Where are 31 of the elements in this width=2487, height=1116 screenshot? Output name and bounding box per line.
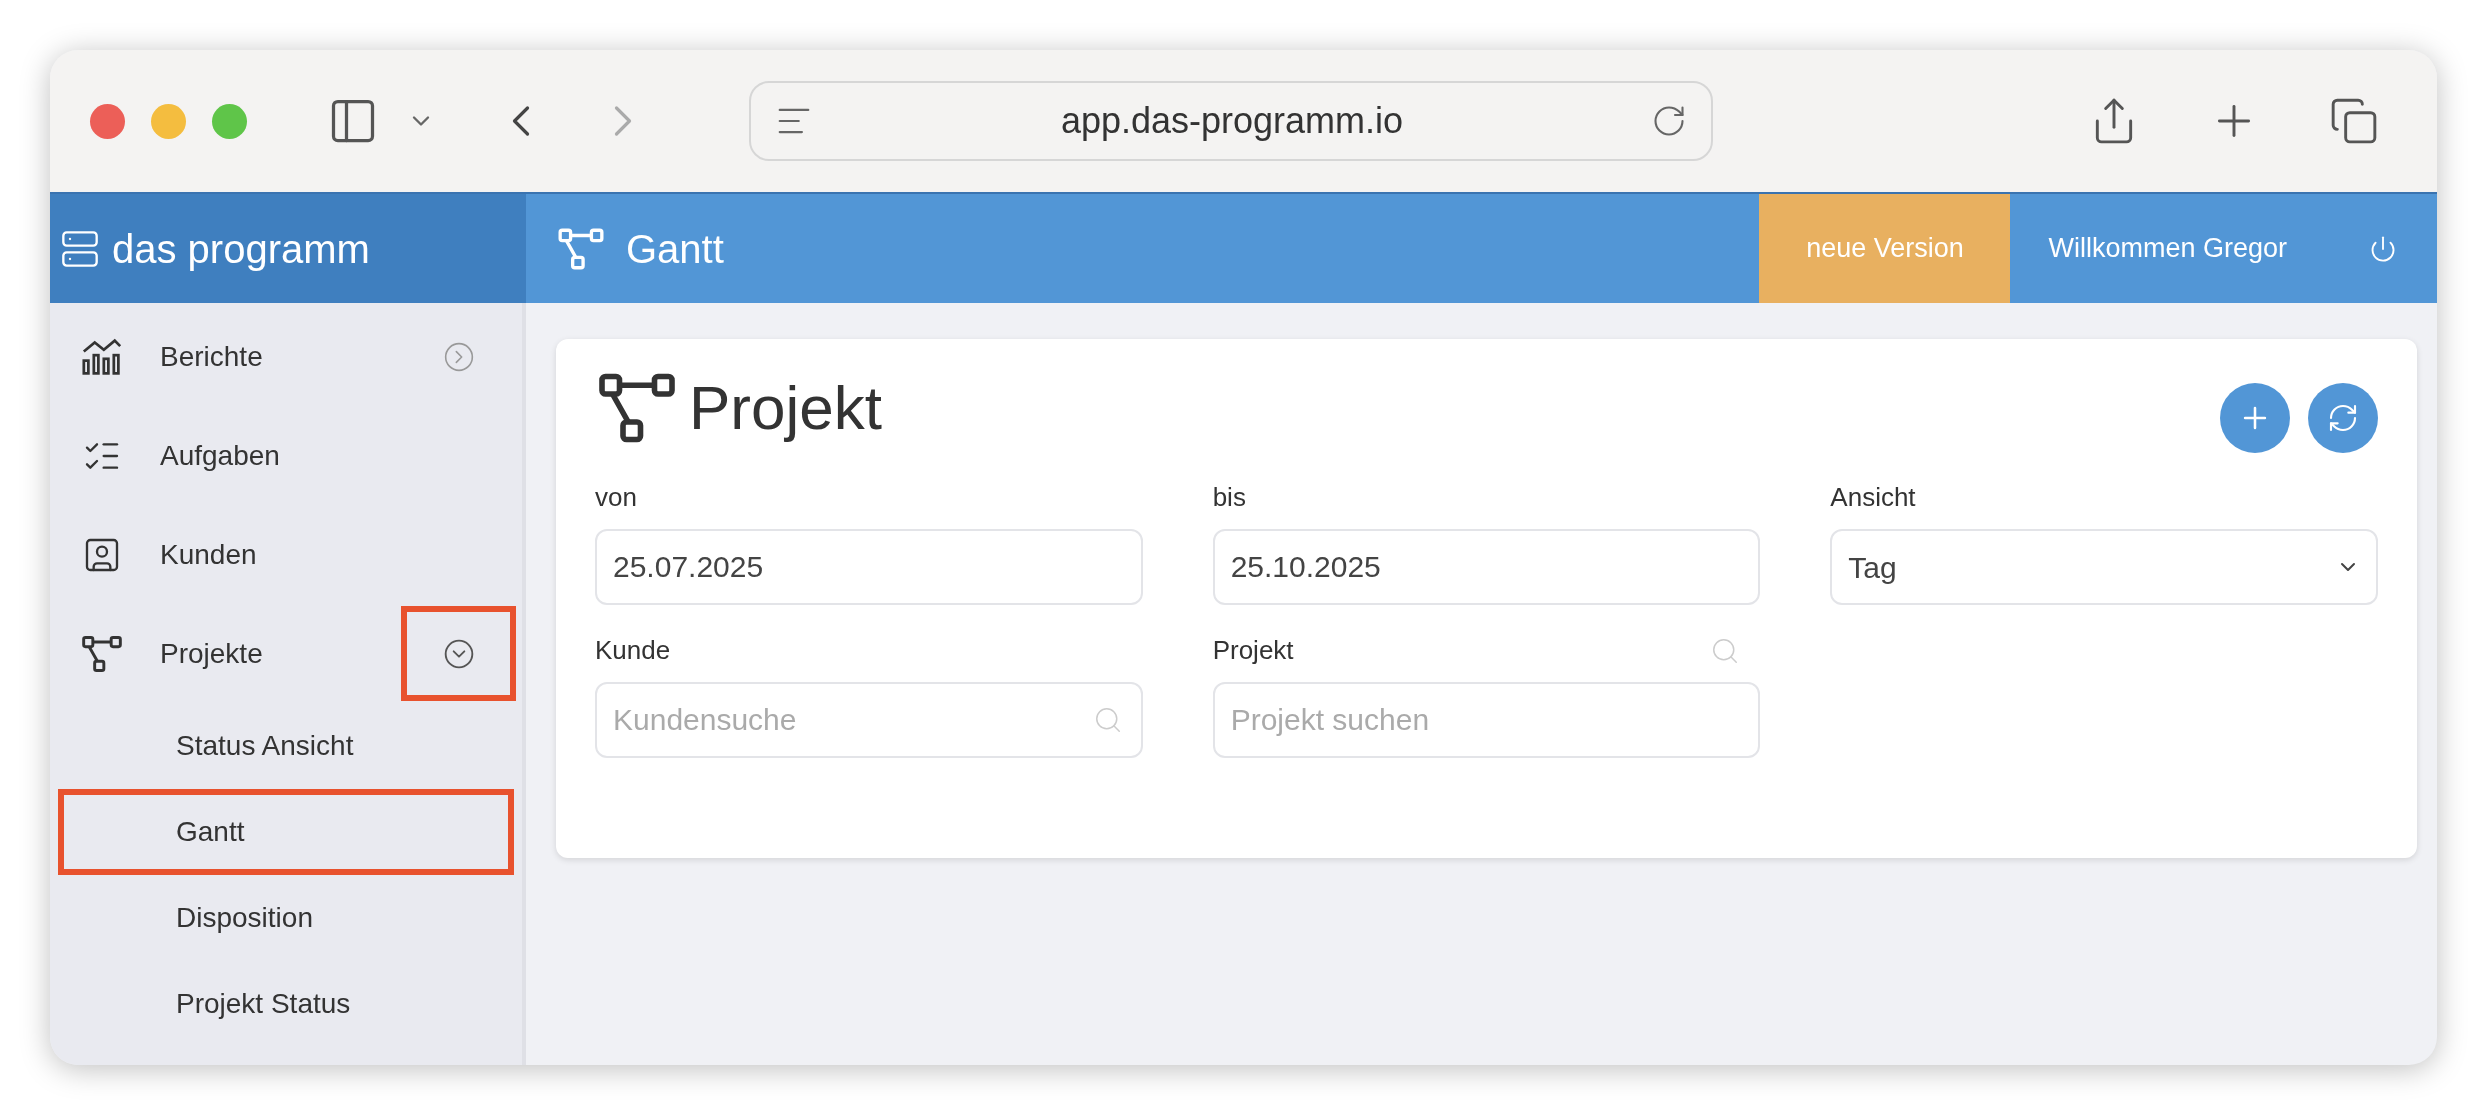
field-label: Ansicht bbox=[1830, 481, 1916, 514]
server-icon bbox=[60, 228, 100, 269]
url-text: app.das-programm.io bbox=[1059, 99, 1405, 143]
chevron-right-icon bbox=[442, 340, 475, 373]
chevron-down-icon bbox=[442, 637, 475, 670]
chart-icon bbox=[80, 336, 124, 377]
address-bar[interactable]: app.das-programm.io bbox=[749, 81, 1713, 161]
sidebar-item[interactable]: Aufgaben bbox=[50, 406, 522, 505]
search-field[interactable]: Kundensuche bbox=[595, 682, 1143, 758]
view-select[interactable]: Tag bbox=[1830, 529, 2378, 605]
brand-name: das programm bbox=[112, 225, 370, 273]
date-field[interactable]: 25.07.2025 bbox=[595, 529, 1143, 605]
field-label: Projekt bbox=[1212, 634, 1294, 667]
card-title: Projekt bbox=[689, 372, 882, 444]
page-title: Gantt bbox=[626, 225, 724, 273]
expand-toggle[interactable] bbox=[401, 606, 516, 701]
field-label: von bbox=[595, 481, 637, 514]
sidebar-subitem[interactable]: Disposition bbox=[58, 875, 514, 961]
power-icon[interactable] bbox=[2369, 234, 2397, 263]
field-label: bis bbox=[1212, 481, 1246, 514]
welcome-text: Willkommen Gregor bbox=[2048, 232, 2287, 266]
search-field[interactable]: Projekt suchen bbox=[1212, 682, 1761, 758]
sidebar-item[interactable]: Berichte bbox=[50, 307, 522, 406]
date-field[interactable]: 25.10.2025 bbox=[1212, 529, 1761, 605]
field-label: Kunde bbox=[595, 634, 671, 667]
sidebar-item[interactable]: Projekte bbox=[50, 604, 522, 703]
sidebar-subitem[interactable]: Status Ansicht bbox=[58, 703, 514, 789]
sidebar-item[interactable]: Kunden bbox=[50, 505, 522, 604]
sidebar-subitem[interactable]: Gantt bbox=[58, 789, 514, 875]
tabs-icon[interactable] bbox=[2329, 96, 2379, 146]
sidebar-subitem[interactable]: Projekt Status bbox=[58, 961, 514, 1047]
